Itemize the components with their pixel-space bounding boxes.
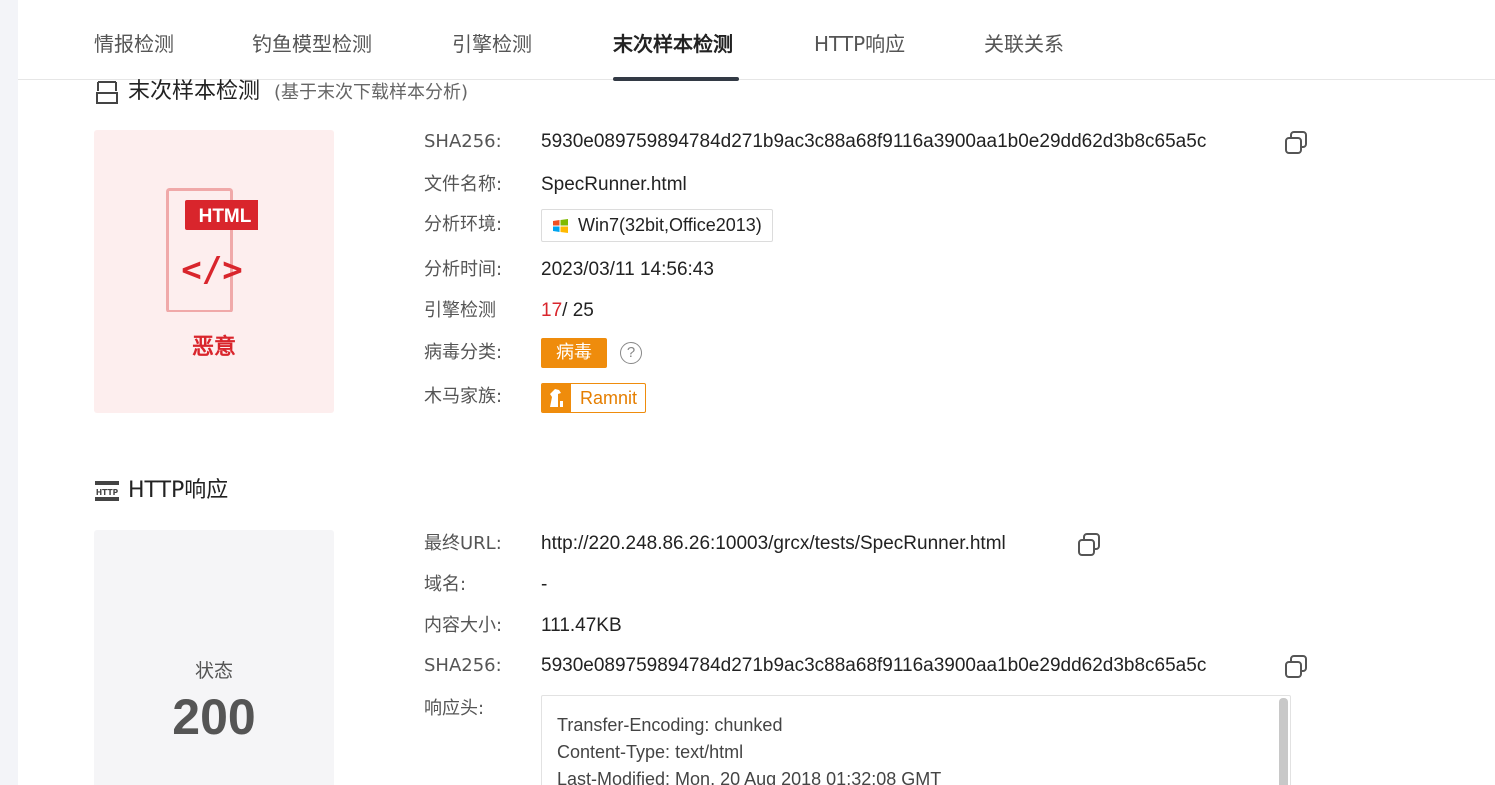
category-badge: 病毒 bbox=[541, 338, 607, 368]
help-icon[interactable]: ? bbox=[620, 342, 642, 364]
status-card: 状态 200 bbox=[94, 530, 334, 785]
http-section-title: HTTP响应 bbox=[128, 478, 229, 503]
response-sha256-value: 5930e089759894784d271b9ac3c88a68f9116a39… bbox=[541, 655, 1207, 676]
time-value: 2023/03/11 14:56:43 bbox=[541, 259, 714, 280]
time-label: 分析时间: bbox=[424, 259, 503, 280]
headers-label: 响应头: bbox=[424, 698, 485, 719]
env-value: Win7(32bit,Office2013) bbox=[578, 215, 762, 235]
env-label: 分析环境: bbox=[424, 214, 503, 235]
tab-engine-detection[interactable]: 引擎检测 bbox=[452, 30, 532, 58]
family-label: 木马家族: bbox=[424, 386, 503, 407]
copy-icon[interactable] bbox=[1283, 130, 1309, 156]
verdict-label: 恶意 bbox=[191, 335, 236, 360]
url-value[interactable]: http://220.248.86.26:10003/grcx/tests/Sp… bbox=[541, 531, 1006, 557]
filename-label: 文件名称: bbox=[424, 174, 503, 195]
left-gutter bbox=[0, 0, 18, 785]
filename-value: SpecRunner.html bbox=[541, 174, 687, 195]
size-label: 内容大小: bbox=[424, 615, 503, 636]
file-type-label: HTML bbox=[199, 206, 252, 227]
category-label: 病毒分类: bbox=[424, 342, 503, 363]
engine-total: / 25 bbox=[562, 300, 594, 321]
engine-result: 17/ 25 bbox=[541, 298, 594, 324]
response-sha256-label: SHA256: bbox=[424, 655, 502, 676]
copy-icon[interactable] bbox=[1076, 532, 1102, 558]
domain-label: 域名: bbox=[424, 574, 467, 595]
family-badge[interactable]: Ramnit bbox=[541, 383, 647, 413]
engine-hits: 17 bbox=[541, 300, 563, 321]
header-line: Content-Type: text/html bbox=[557, 742, 744, 762]
html-file-icon: HTML </> bbox=[166, 188, 258, 312]
tab-bar: 情报检测 钓鱼模型检测 引擎检测 末次样本检测 HTTP响应 关联关系 bbox=[18, 0, 1495, 81]
http-icon-text: HTTP bbox=[96, 488, 119, 497]
section-subtitle: (基于末次下载样本分析) bbox=[274, 82, 469, 103]
tab-last-sample[interactable]: 末次样本检测 bbox=[613, 30, 733, 58]
http-section-icon: HTTP bbox=[95, 481, 119, 501]
sha256-label: SHA256: bbox=[424, 131, 502, 152]
tab-http-response[interactable]: HTTP响应 bbox=[814, 30, 905, 58]
size-value: 111.47KB bbox=[541, 615, 622, 636]
sample-section-title: 末次样本检测 (基于末次下载样本分析) bbox=[128, 77, 468, 108]
section-title-text: 末次样本检测 bbox=[128, 79, 261, 104]
family-name: Ramnit bbox=[580, 388, 638, 408]
sha256-value: 5930e089759894784d271b9ac3c88a68f9116a39… bbox=[541, 131, 1207, 152]
tab-relations[interactable]: 关联关系 bbox=[984, 30, 1064, 58]
url-label: 最终URL: bbox=[424, 533, 502, 554]
active-tab-indicator bbox=[613, 77, 739, 81]
header-line: Transfer-Encoding: chunked bbox=[557, 715, 783, 735]
tab-phishing-model[interactable]: 钓鱼模型检测 bbox=[252, 30, 372, 58]
header-line: Last-Modified: Mon, 20 Aug 2018 01:32:08… bbox=[557, 769, 942, 785]
response-headers-box[interactable]: Transfer-Encoding: chunked Content-Type:… bbox=[541, 695, 1291, 785]
status-code: 200 bbox=[172, 689, 256, 745]
code-glyph: </> bbox=[181, 250, 242, 290]
trojan-horse-icon bbox=[542, 384, 571, 412]
headers-scrollbar[interactable] bbox=[1279, 698, 1288, 785]
status-label: 状态 bbox=[194, 660, 233, 682]
env-badge: Win7(32bit,Office2013) bbox=[541, 209, 773, 242]
windows-icon bbox=[553, 219, 568, 233]
tab-intel-detection[interactable]: 情报检测 bbox=[94, 30, 174, 58]
domain-value: - bbox=[541, 574, 548, 595]
copy-icon[interactable] bbox=[1283, 654, 1309, 680]
engine-label: 引擎检测 bbox=[424, 300, 496, 321]
sample-section-icon bbox=[96, 81, 118, 104]
verdict-card: HTML </> 恶意 bbox=[94, 130, 334, 413]
